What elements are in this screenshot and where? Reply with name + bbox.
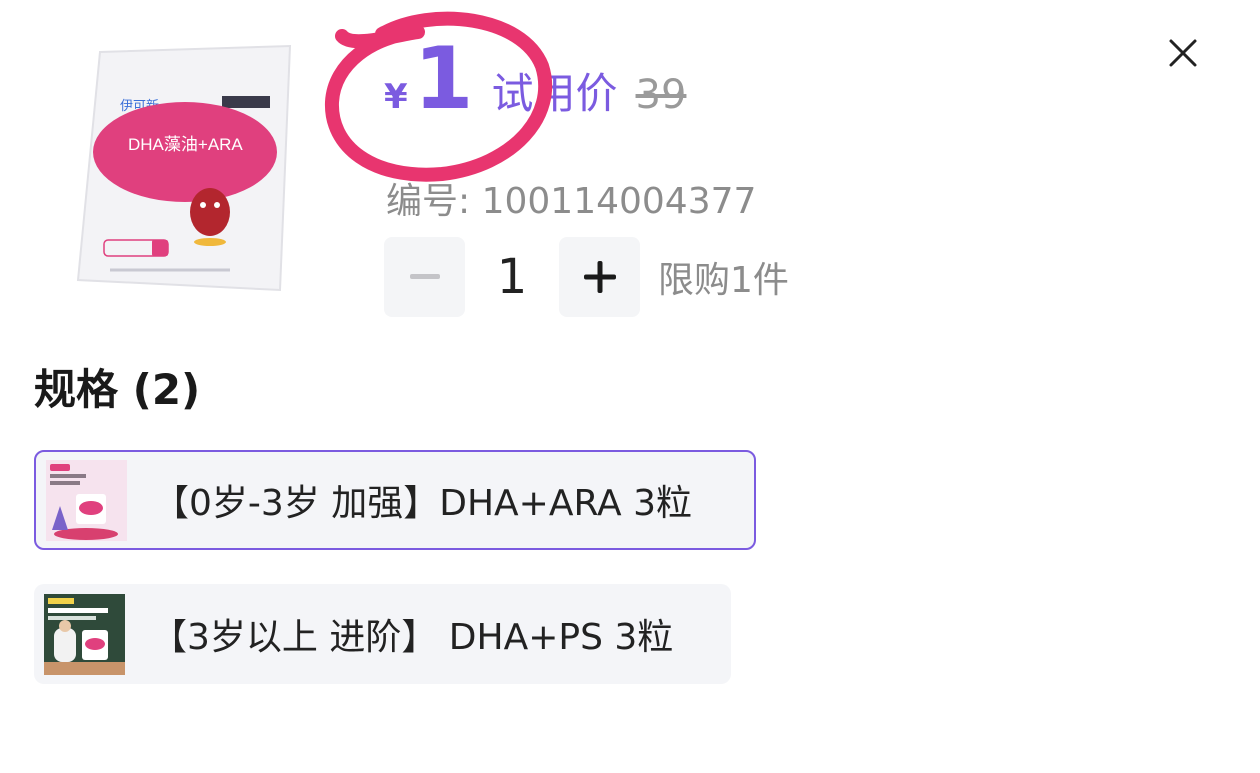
- price-currency: ¥: [384, 77, 408, 117]
- spec-option-0-3-years[interactable]: 【0岁-3岁 加强】DHA+ARA 3粒: [34, 450, 756, 550]
- product-code: 编号: 100114004377: [386, 181, 757, 222]
- brand-logo: [222, 96, 270, 108]
- original-price: 39: [635, 72, 687, 118]
- sku-selector-sheet: 伊可新 DHA藻油+ARA ¥ 1 试用价 39 编号: 10011400437…: [0, 0, 1260, 773]
- close-icon: [1169, 39, 1197, 67]
- quantity-value[interactable]: 1: [465, 249, 559, 305]
- spec-option-thumbnail: [44, 593, 125, 675]
- quantity-stepper: 1 限购1件: [384, 237, 789, 317]
- price-line: ¥ 1 试用价 39: [384, 36, 686, 136]
- purchase-limit-text: 限购1件: [658, 260, 789, 301]
- product-image: 伊可新 DHA藻油+ARA: [76, 44, 292, 292]
- trial-price-label: 试用价: [491, 69, 618, 118]
- spec-section-title: 规格 (2): [34, 365, 201, 414]
- product-image-title: DHA藻油+ARA: [128, 135, 243, 154]
- spec-option-label: 【0岁-3岁 加强】DHA+ARA 3粒: [153, 483, 692, 524]
- increase-quantity-button[interactable]: [559, 237, 640, 317]
- close-button[interactable]: [1160, 30, 1206, 76]
- plus-icon: [583, 261, 616, 293]
- minus-icon: [409, 274, 440, 279]
- decrease-quantity-button[interactable]: [384, 237, 465, 317]
- mascot-illustration: [190, 188, 230, 236]
- trial-price: 1: [413, 29, 474, 129]
- spec-option-label: 【3岁以上 进阶】 DHA+PS 3粒: [151, 617, 674, 658]
- spec-option-3-plus-years[interactable]: 【3岁以上 进阶】 DHA+PS 3粒: [34, 584, 731, 684]
- spec-option-thumbnail: [46, 459, 127, 541]
